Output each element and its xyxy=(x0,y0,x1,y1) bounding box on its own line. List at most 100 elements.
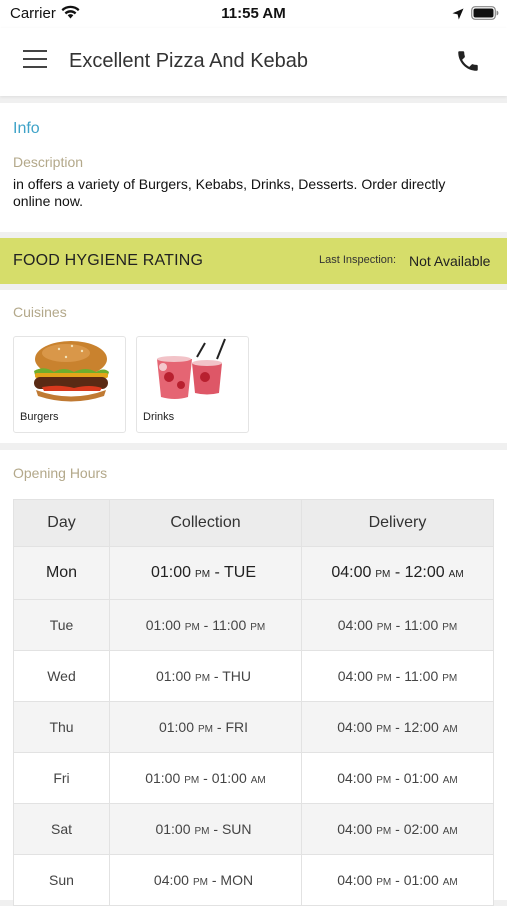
cuisine-tile-drinks[interactable]: Drinks xyxy=(136,336,249,433)
opening-hours-table: Day Collection Delivery Mon 01:00 PM - TUE… xyxy=(13,499,494,906)
am-pm-label: PM xyxy=(376,673,392,684)
app-bar: Excellent Pizza And Kebab xyxy=(0,28,507,96)
last-inspection-label: Last Inspection: xyxy=(319,254,397,266)
collection-hours-cell: 01:00 PM - SUN xyxy=(109,803,302,855)
last-inspection-value: Not Available xyxy=(409,253,491,269)
collection-hours-cell: 01:00 PM - 11:00 PM xyxy=(109,599,302,651)
am-pm-label: PM xyxy=(194,826,210,837)
time-value: 02:00 xyxy=(403,821,439,837)
burger-image xyxy=(34,341,109,402)
cuisine-label: Burgers xyxy=(20,411,59,423)
am-pm-label: PM xyxy=(376,826,392,837)
time-value: 01:00 xyxy=(158,719,195,735)
am-pm-label: PM xyxy=(442,622,458,633)
time-value: 01:00 xyxy=(155,821,191,837)
delivery-hours-cell: 04:00 PM - 12:00 AM xyxy=(301,546,494,600)
clock-time: 11:55 AM xyxy=(221,5,286,22)
am-pm-label: PM xyxy=(376,877,392,888)
day-cell: Sun xyxy=(13,854,110,906)
am-pm-label: PM xyxy=(198,724,214,735)
time-value: 04:00 xyxy=(337,872,373,888)
collection-hours-cell: 04:00 PM - MON xyxy=(109,854,302,906)
time-value: 01:00 xyxy=(211,770,247,786)
am-pm-label: PM xyxy=(250,622,266,633)
delivery-hours-cell: 04:00 PM - 11:00 PM xyxy=(301,599,494,651)
table-row: Sat 01:00 PM - SUN 04:00 PM - 02:00 AM xyxy=(13,803,494,855)
food-hygiene-rating-bar: FOOD HYGIENE RATING Last Inspection: Not… xyxy=(0,238,507,284)
table-row: Wed 01:00 PM - THU 04:00 PM - 11:00 PM xyxy=(13,650,494,702)
am-pm-label: PM xyxy=(192,877,208,888)
table-row: Thu 01:00 PM - FRI 04:00 PM - 12:00 AM xyxy=(13,701,494,753)
am-pm-label: PM xyxy=(195,673,211,684)
phone-call-button[interactable] xyxy=(455,48,481,74)
time-value: 01:00 xyxy=(155,668,192,684)
am-pm-label: AM xyxy=(250,775,266,786)
time-value: 01:00 xyxy=(145,617,181,633)
table-header-row: Day Collection Delivery xyxy=(13,499,494,547)
collection-hours-cell: 01:00 PM - FRI xyxy=(109,701,302,753)
drinks-image xyxy=(157,338,226,399)
cuisine-tile-burgers[interactable]: Burgers xyxy=(13,336,126,433)
time-value: 04:00 xyxy=(337,821,373,837)
am-pm-label: AM xyxy=(442,877,458,888)
hamburger-icon-line xyxy=(23,66,47,68)
day-cell: Tue xyxy=(13,599,110,651)
time-value: SUN xyxy=(221,821,252,837)
delivery-hours-cell: 04:00 PM - 01:00 AM xyxy=(301,752,494,804)
status-bar: Carrier 11:55 AM xyxy=(0,0,507,28)
am-pm-label: PM xyxy=(375,569,391,580)
description-text: in offers a variety of Burgers, Kebabs, … xyxy=(13,176,446,209)
time-value: 01:00 xyxy=(403,872,439,888)
column-header-collection: Collection xyxy=(109,499,302,547)
day-cell: Wed xyxy=(13,650,110,702)
am-pm-label: AM xyxy=(442,724,458,735)
am-pm-label: PM xyxy=(195,569,211,580)
time-value: 11:00 xyxy=(404,617,439,633)
column-header-day: Day xyxy=(13,499,110,547)
delivery-hours-cell: 04:00 PM - 12:00 AM xyxy=(301,701,494,753)
hamburger-icon-line xyxy=(23,50,47,52)
table-row: Fri 01:00 PM - 01:00 AM 04:00 PM - 01:00 AM xyxy=(13,752,494,804)
cuisines-section: Cuisines Burgers Drinks xyxy=(0,290,507,443)
day-cell: Thu xyxy=(13,701,110,753)
cuisine-label: Drinks xyxy=(143,411,175,423)
time-value: 11:00 xyxy=(212,617,247,633)
battery-icon xyxy=(471,6,499,25)
delivery-hours-cell: 04:00 PM - 01:00 AM xyxy=(301,854,494,906)
am-pm-label: PM xyxy=(184,775,200,786)
description-label: Description xyxy=(13,154,84,170)
table-row: Sun 04:00 PM - MON 04:00 PM - 01:00 AM xyxy=(13,854,494,906)
collection-hours-cell: 01:00 PM - THU xyxy=(109,650,302,702)
day-cell: Mon xyxy=(13,546,110,600)
time-value: 01:00 xyxy=(403,770,439,786)
am-pm-label: PM xyxy=(442,673,458,684)
table-row: Mon 01:00 PM - TUE 04:00 PM - 12:00 AM xyxy=(13,546,494,600)
info-section: Info Description in offers a variety of … xyxy=(0,103,507,232)
am-pm-label: PM xyxy=(376,775,392,786)
menu-button[interactable] xyxy=(23,50,47,70)
time-value: 04:00 xyxy=(337,617,373,633)
time-value: TUE xyxy=(223,564,256,581)
delivery-hours-cell: 04:00 PM - 02:00 AM xyxy=(301,803,494,855)
hamburger-icon-line xyxy=(23,58,47,60)
time-value: 01:00 xyxy=(145,770,181,786)
collection-hours-cell: 01:00 PM - TUE xyxy=(109,546,302,600)
hygiene-title: FOOD HYGIENE RATING xyxy=(13,252,204,269)
am-pm-label: PM xyxy=(376,724,392,735)
am-pm-label: AM xyxy=(442,826,458,837)
time-value: 04:00 xyxy=(337,770,373,786)
day-cell: Fri xyxy=(13,752,110,804)
column-header-delivery: Delivery xyxy=(301,499,494,547)
time-value: 04:00 xyxy=(337,719,373,735)
time-value: THU xyxy=(222,668,252,684)
collection-hours-cell: 01:00 PM - 01:00 AM xyxy=(109,752,302,804)
am-pm-label: AM xyxy=(448,569,464,580)
opening-hours-section: Opening Hours Day Collection Delivery Mo… xyxy=(0,450,507,906)
time-value: 01:00 xyxy=(151,564,192,581)
table-row: Tue 01:00 PM - 11:00 PM 04:00 PM - 11:00 PM xyxy=(13,599,494,651)
time-value: FRI xyxy=(225,719,249,735)
time-value: 12:00 xyxy=(404,564,445,581)
time-value: 04:00 xyxy=(337,668,373,684)
day-cell: Sat xyxy=(13,803,110,855)
time-value: 11:00 xyxy=(404,668,439,684)
